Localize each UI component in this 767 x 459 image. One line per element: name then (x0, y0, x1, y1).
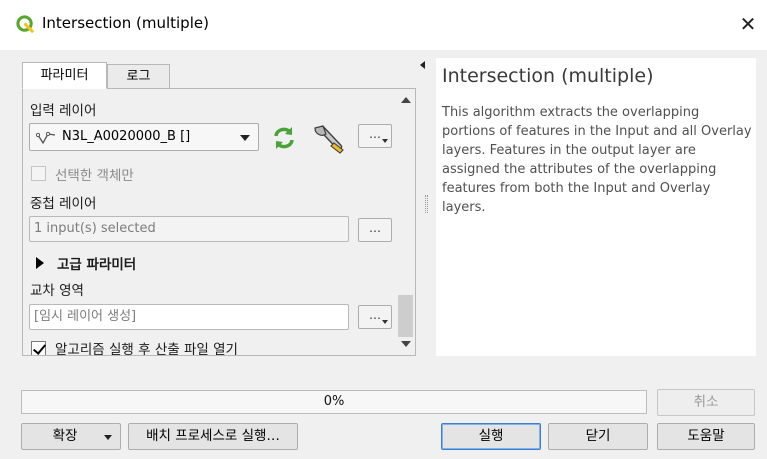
tab-log[interactable]: 로그 (107, 64, 170, 89)
dots-label: … (369, 308, 381, 322)
qgis-logo-icon (16, 15, 34, 33)
cancel-button[interactable]: 취소 (657, 389, 755, 416)
expand-button[interactable]: 확장 (21, 423, 121, 450)
expand-button-label: 확장 (52, 428, 78, 444)
scroll-down-icon[interactable] (401, 341, 411, 347)
chevron-down-icon (240, 135, 250, 141)
input-layer-value: N3L_A0020000_B [] (62, 129, 191, 144)
dots-label: … (369, 127, 381, 141)
wrench-settings-icon[interactable] (312, 122, 346, 154)
dots-label: … (369, 221, 381, 235)
intersection-output-label: 교차 영역 (30, 283, 84, 299)
parameters-scrollbar[interactable] (397, 89, 415, 355)
scrollbar-thumb[interactable] (398, 295, 413, 337)
intersection-output-options-button[interactable]: … (358, 305, 392, 329)
open-output-checkbox[interactable] (31, 341, 46, 355)
parameters-scroll-area: 입력 레이어 N3L_A0020000_B [] … 선택한 객체만 중첩 레이… (23, 89, 397, 355)
help-button[interactable]: 도움말 (657, 423, 755, 450)
splitter-handle[interactable] (425, 195, 428, 213)
help-description: This algorithm extracts the overlapping … (442, 105, 752, 215)
intersection-output-field[interactable]: [임시 레이어 생성] (29, 304, 349, 330)
input-layer-combo[interactable]: N3L_A0020000_B [] (29, 123, 259, 151)
overlay-layers-field: 1 input(s) selected (29, 216, 349, 242)
input-layer-options-button[interactable]: … (358, 124, 392, 148)
tab-parameters[interactable]: 파라미터 (22, 62, 107, 89)
run-button[interactable]: 실행 (441, 423, 541, 450)
title-bar: Intersection (multiple) ✕ (0, 0, 767, 50)
overlay-layers-select-button[interactable]: … (358, 218, 392, 242)
close-button[interactable]: 닫기 (548, 423, 648, 450)
chevron-down-icon (382, 139, 388, 143)
selected-only-label: 선택한 객체만 (55, 168, 134, 184)
parameters-panel: 입력 레이어 N3L_A0020000_B [] … 선택한 객체만 중첩 레이… (22, 88, 416, 356)
scroll-up-icon[interactable] (401, 97, 411, 103)
iterate-refresh-icon[interactable] (270, 125, 298, 151)
open-output-label: 알고리즘 실행 후 산출 파일 열기 (55, 342, 238, 356)
input-layer-label: 입력 레이어 (30, 103, 97, 119)
expand-triangle-icon[interactable] (36, 257, 44, 269)
chevron-down-icon (382, 320, 388, 324)
help-title: Intersection (multiple) (442, 65, 654, 87)
collapse-help-icon[interactable] (420, 61, 425, 69)
advanced-parameters-toggle[interactable]: 고급 파라미터 (57, 253, 136, 273)
overlay-layers-label: 중첩 레이어 (30, 196, 97, 212)
run-batch-button[interactable]: 배치 프로세스로 실행… (128, 423, 298, 450)
progress-bar: 0% (21, 390, 647, 414)
line-layer-icon (36, 131, 56, 145)
close-icon[interactable]: ✕ (735, 12, 761, 38)
chevron-down-icon (104, 435, 112, 440)
help-panel: Intersection (multiple) This algorithm e… (436, 58, 756, 356)
window-title: Intersection (multiple) (42, 14, 209, 32)
selected-only-checkbox[interactable] (31, 166, 46, 181)
